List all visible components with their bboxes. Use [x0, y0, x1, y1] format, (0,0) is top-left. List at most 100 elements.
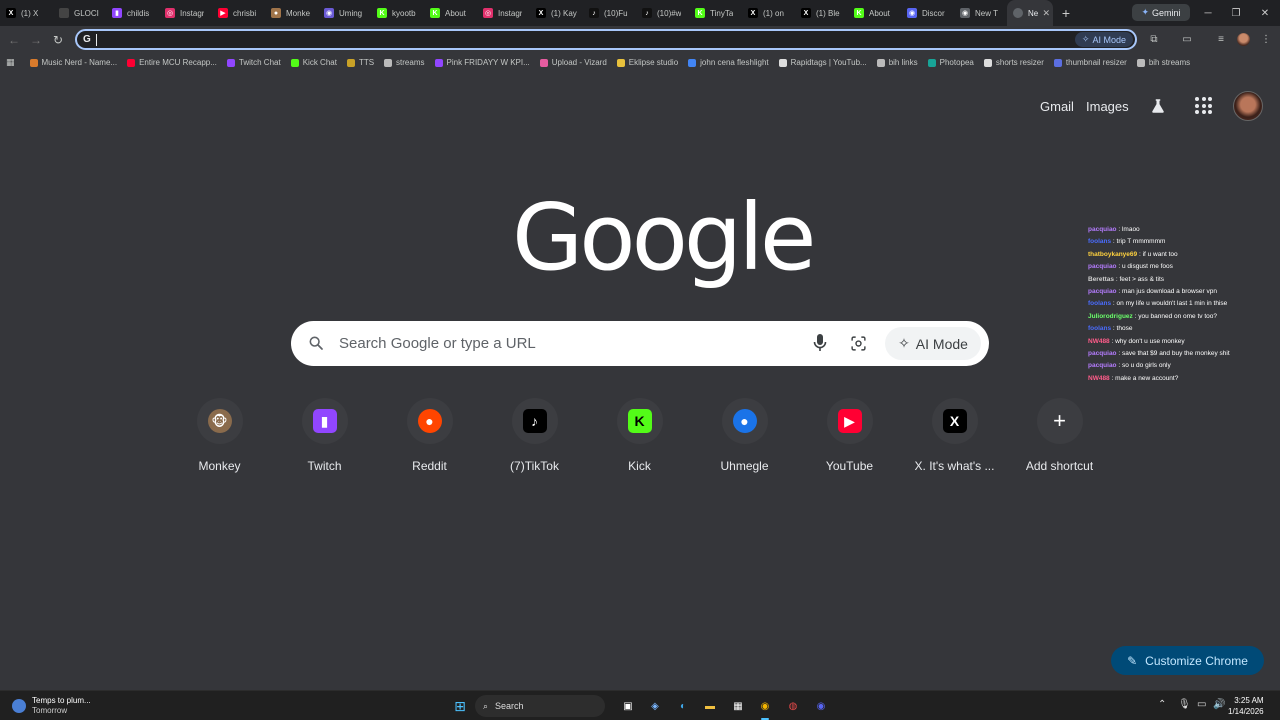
browser-tab[interactable]: ♪ (10)#w [636, 0, 689, 26]
extensions-icon[interactable]: ⧉ [1147, 32, 1161, 46]
close-icon[interactable]: ✕ [1042, 8, 1050, 19]
apps-grid-icon[interactable]: ▦ [6, 57, 15, 68]
browser-tab[interactable]: ◉ Discor [901, 0, 954, 26]
browser-tab[interactable]: ◎ Instagr [159, 0, 212, 26]
discord-taskbar-icon[interactable]: ◉ [811, 696, 831, 716]
tray-overflow-icon[interactable]: ⌃ [1158, 699, 1166, 710]
browser-tab[interactable]: ● Monke [265, 0, 318, 26]
chat-username: pacquiao [1088, 263, 1117, 271]
bookmark-item[interactable]: Twitch Chat [222, 58, 286, 67]
bookmark-item[interactable]: Photopea [923, 58, 979, 67]
customize-chrome-button[interactable]: ✎ Customize Chrome [1111, 646, 1264, 675]
browser-tab[interactable]: K About [848, 0, 901, 26]
bookmark-item[interactable]: shorts resizer [979, 58, 1049, 67]
browser-tab[interactable]: ♪ (10)Fu [583, 0, 636, 26]
shortcut-tile[interactable]: 🐵 Monkey [167, 398, 272, 478]
shortcut-label: Add shortcut [1025, 459, 1094, 473]
tab-title: (1) on [763, 8, 784, 18]
forward-button[interactable]: → [27, 31, 45, 49]
file-explorer-icon[interactable]: ▬ [700, 696, 720, 716]
browser-tab[interactable]: ◉ New T [954, 0, 1007, 26]
chat-username: pacquiao [1088, 288, 1117, 296]
bookmark-label: Upload - Vizard [551, 58, 607, 67]
search-box[interactable]: Search Google or type a URL ✧ AI Mode [291, 321, 989, 366]
bookmark-label: TTS [358, 58, 375, 67]
bookmark-label: Twitch Chat [238, 58, 281, 67]
search-input[interactable]: Search Google or type a URL [339, 335, 536, 352]
bookmark-item[interactable]: Upload - Vizard [535, 58, 612, 67]
bookmark-item[interactable]: streams [379, 58, 429, 67]
browser-tab[interactable]: ◉ Uming [318, 0, 371, 26]
images-link[interactable]: Images [1086, 99, 1129, 114]
bookmark-item[interactable]: Rapidtags | YouTub... [774, 58, 872, 67]
profile-avatar[interactable] [1233, 91, 1263, 121]
gemini-button[interactable]: ✦ Gemini [1132, 4, 1190, 21]
restore-button[interactable]: ❐ [1222, 0, 1250, 26]
shortcut-tile[interactable]: + Add shortcut [1007, 398, 1112, 478]
google-apps-icon[interactable] [1195, 97, 1212, 114]
shortcut-tile[interactable]: ▶ YouTube [797, 398, 902, 478]
google-lens-icon[interactable] [850, 335, 867, 352]
browser-tab[interactable]: Kkyootb [371, 0, 424, 26]
back-button[interactable]: ← [5, 31, 23, 49]
bookmark-item[interactable]: TTS [342, 58, 379, 67]
menu-icon[interactable]: ⋮ [1259, 32, 1273, 46]
copilot-icon[interactable]: ◈ [645, 696, 665, 716]
minimize-button[interactable]: ─ [1194, 0, 1222, 26]
new-tab-button[interactable]: + [1053, 0, 1079, 26]
browser-tab[interactable]: X (1) Kay [530, 0, 583, 26]
shortcut-tile[interactable]: ♪ (7)TikTok [482, 398, 587, 478]
browser-tab[interactable]: K About [424, 0, 477, 26]
reload-button[interactable]: ↻ [49, 31, 67, 49]
edge-icon[interactable]: ◐ [673, 696, 693, 716]
active-tab[interactable]: Ne ✕ [1007, 0, 1053, 26]
browser-tab[interactable]: X (1) X [0, 0, 53, 26]
close-window-button[interactable]: ✕ [1251, 0, 1279, 26]
microphone-icon[interactable] [813, 333, 827, 353]
bookmark-item[interactable]: Kick Chat [286, 58, 342, 67]
browser-tab[interactable]: ▮ childis [106, 0, 159, 26]
chrome-taskbar-icon[interactable]: ◉ [755, 696, 775, 716]
taskbar-search[interactable]: ⌕ Search [475, 695, 605, 717]
store-icon[interactable]: ▦ [728, 696, 748, 716]
x-icon: X [801, 8, 811, 18]
system-clock[interactable]: 3:25 AM 1/14/2026 [1228, 695, 1264, 717]
shortcut-tile[interactable]: ▮ Twitch [272, 398, 377, 478]
bookmark-item[interactable]: Eklipse studio [612, 58, 683, 67]
omnibox-ai-mode-button[interactable]: ✧ AI Mode [1074, 32, 1133, 47]
omnibox[interactable]: G ✧ AI Mode [75, 29, 1137, 50]
bookmark-item[interactable]: john cena fleshlight [683, 58, 774, 67]
gmail-link[interactable]: Gmail [1040, 99, 1074, 114]
bookmark-item[interactable]: thumbnail resizer [1049, 58, 1132, 67]
browser-tab[interactable]: ◎ Instagr [477, 0, 530, 26]
browser-tab[interactable]: GLOCI [53, 0, 106, 26]
windows-start-icon[interactable]: ⊞ [450, 696, 470, 716]
browser-tab[interactable]: X (1) on [742, 0, 795, 26]
side-panel-icon[interactable]: ▭ [1180, 32, 1194, 46]
photopea-icon [927, 58, 936, 67]
bookmark-item[interactable]: Entire MCU Recapp... [122, 58, 222, 67]
shortcut-tile[interactable]: ● Reddit [377, 398, 482, 478]
ai-mode-button[interactable]: ✧ AI Mode [885, 327, 981, 360]
volume-icon[interactable]: 🔊 [1213, 699, 1225, 710]
browser-tab[interactable]: K TinyTa [689, 0, 742, 26]
weather-title: Temps to plum... [32, 696, 91, 705]
browser-tab[interactable]: X (1) Ble [795, 0, 848, 26]
shortcut-tile[interactable]: X X. It's what's ... [902, 398, 1007, 478]
labs-flask-icon[interactable] [1149, 97, 1167, 115]
youtube-icon: ▶ [837, 409, 862, 433]
recording-app-icon[interactable]: ◍ [783, 696, 803, 716]
network-icon[interactable]: ▭ [1197, 699, 1206, 710]
bookmark-item[interactable]: Music Nerd - Name... [25, 58, 123, 67]
browser-tab[interactable]: ▶ chrisbi [212, 0, 265, 26]
task-view-icon[interactable]: ▣ [618, 696, 638, 716]
bookmark-item[interactable]: bih links [872, 58, 923, 67]
shortcut-tile[interactable]: ● Uhmegle [692, 398, 797, 478]
shortcut-tile[interactable]: K Kick [587, 398, 692, 478]
tab-search-icon[interactable]: ≡ [1214, 32, 1228, 46]
profile-avatar-small[interactable] [1237, 33, 1250, 46]
microphone-tray-icon[interactable]: 🎙 [1178, 699, 1191, 710]
weather-widget[interactable]: Temps to plum... Tomorrow [12, 696, 91, 716]
bookmark-item[interactable]: Pink FRIDAYY W KPI... [430, 58, 535, 67]
bookmark-item[interactable]: bih streams [1132, 58, 1195, 67]
